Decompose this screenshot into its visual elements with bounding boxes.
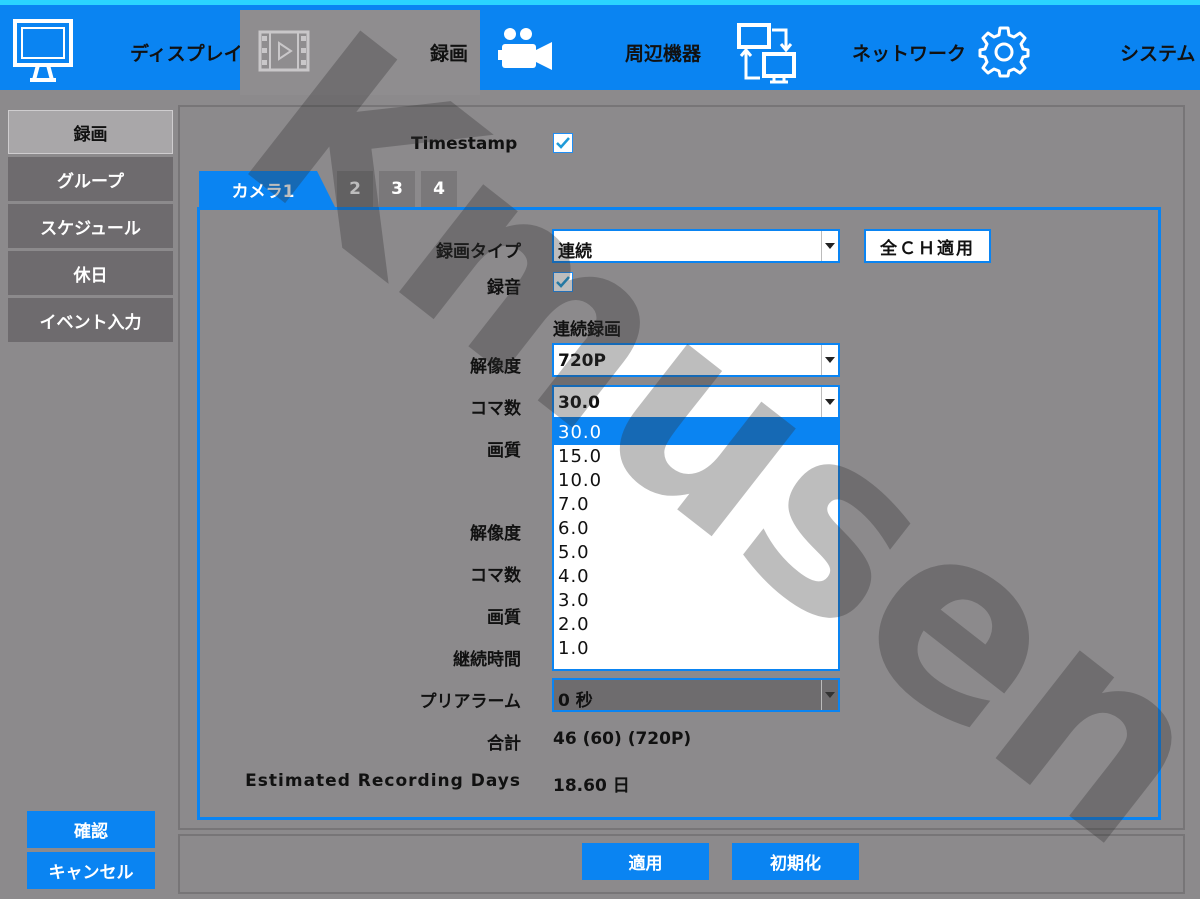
confirm-button[interactable]: 確認 <box>27 811 155 848</box>
nav-network[interactable]: ネットワーク <box>720 10 966 95</box>
cancel-button[interactable]: キャンセル <box>27 852 155 889</box>
network-icon <box>737 23 796 84</box>
prealarm-select[interactable]: 0 秒 <box>552 678 840 712</box>
dropdown-option[interactable]: 30.0 <box>554 421 838 445</box>
sidebar-item-schedule[interactable]: スケジュール <box>8 204 173 248</box>
nav-peripheral-label: 周辺機器 <box>625 43 702 65</box>
chevron-down-icon <box>821 345 838 375</box>
dropdown-option[interactable]: 10.0 <box>554 469 838 493</box>
sidebar: 録画 グループ スケジュール 休日 イベント入力 <box>8 110 173 345</box>
apply-button[interactable]: 適用 <box>582 843 709 880</box>
audio-checkbox[interactable] <box>553 272 573 292</box>
chevron-down-icon <box>821 680 838 710</box>
sidebar-item-event-input[interactable]: イベント入力 <box>8 298 173 342</box>
timestamp-label: Timestamp <box>411 134 518 154</box>
chevron-down-icon <box>821 387 838 417</box>
event-quality-label: 画質 <box>487 608 521 628</box>
dropdown-option[interactable]: 5.0 <box>554 541 838 565</box>
record-type-label: 録画タイプ <box>436 242 521 262</box>
total-label: 合計 <box>487 734 521 754</box>
film-icon <box>258 30 310 72</box>
gear-icon <box>978 26 1030 78</box>
quality-label: 画質 <box>487 441 521 461</box>
resolution-select[interactable]: 720P <box>552 343 840 377</box>
sidebar-item-recording[interactable]: 録画 <box>8 110 173 154</box>
reset-button[interactable]: 初期化 <box>732 843 859 880</box>
monitor-icon <box>13 19 73 82</box>
dropdown-option[interactable]: 15.0 <box>554 445 838 469</box>
video-camera-icon <box>498 28 552 70</box>
nav-recording-label: 録画 <box>430 43 469 65</box>
event-framerate-label: コマ数 <box>470 566 521 586</box>
framerate-label: コマ数 <box>470 399 521 419</box>
tab-camera1[interactable]: カメラ1 <box>199 171 335 207</box>
nav-peripheral[interactable]: 周辺機器 <box>480 10 720 95</box>
prealarm-value: 0 秒 <box>558 691 593 711</box>
tab-camera1-label: カメラ1 <box>231 181 295 202</box>
resolution-value: 720P <box>558 351 606 371</box>
check-icon <box>556 276 570 288</box>
framerate-dropdown-list: 30.0 15.0 10.0 7.0 6.0 5.0 4.0 3.0 2.0 1… <box>552 419 840 671</box>
dropdown-option[interactable]: 3.0 <box>554 589 838 613</box>
dropdown-option[interactable]: 7.0 <box>554 493 838 517</box>
tab-camera3[interactable]: 3 <box>379 171 415 207</box>
record-type-select[interactable]: 連続 <box>552 229 840 263</box>
check-icon <box>556 137 570 149</box>
nav-display[interactable]: ディスプレイ <box>0 10 243 95</box>
top-nav-bar: ディスプレイ 録画 周辺機器 ネットワーク システム <box>0 0 1200 95</box>
sidebar-item-group[interactable]: グループ <box>8 157 173 201</box>
dropdown-option[interactable]: 1.0 <box>554 637 838 661</box>
nav-recording[interactable]: 録画 <box>240 10 480 95</box>
nav-system-label: システム <box>1120 43 1196 65</box>
apply-all-channels-button[interactable]: 全ＣＨ適用 <box>864 229 991 263</box>
dropdown-option[interactable]: 4.0 <box>554 565 838 589</box>
record-type-value: 連続 <box>558 242 592 262</box>
nav-network-label: ネットワーク <box>852 43 967 65</box>
nav-display-label: ディスプレイ <box>130 43 243 65</box>
chevron-down-icon <box>821 231 838 261</box>
continuous-recording-heading: 連続録画 <box>553 320 621 340</box>
audio-label: 録音 <box>487 278 521 298</box>
nav-system[interactable]: システム <box>960 10 1200 95</box>
tab-camera2[interactable]: 2 <box>337 171 373 207</box>
duration-label: 継続時間 <box>453 650 521 670</box>
prealarm-label: プリアラーム <box>419 692 522 712</box>
timestamp-checkbox[interactable] <box>553 133 573 153</box>
event-resolution-label: 解像度 <box>470 524 521 544</box>
dropdown-option[interactable]: 2.0 <box>554 613 838 637</box>
framerate-select[interactable]: 30.0 <box>552 385 840 419</box>
estimated-days-value: 18.60 日 <box>553 776 630 796</box>
total-value: 46 (60) (720P) <box>553 729 692 749</box>
dropdown-option[interactable]: 6.0 <box>554 517 838 541</box>
tab-camera4[interactable]: 4 <box>421 171 457 207</box>
sidebar-item-holiday[interactable]: 休日 <box>8 251 173 295</box>
estimated-days-label: Estimated Recording Days <box>245 771 521 791</box>
resolution-label: 解像度 <box>470 357 521 377</box>
framerate-value: 30.0 <box>558 393 600 413</box>
